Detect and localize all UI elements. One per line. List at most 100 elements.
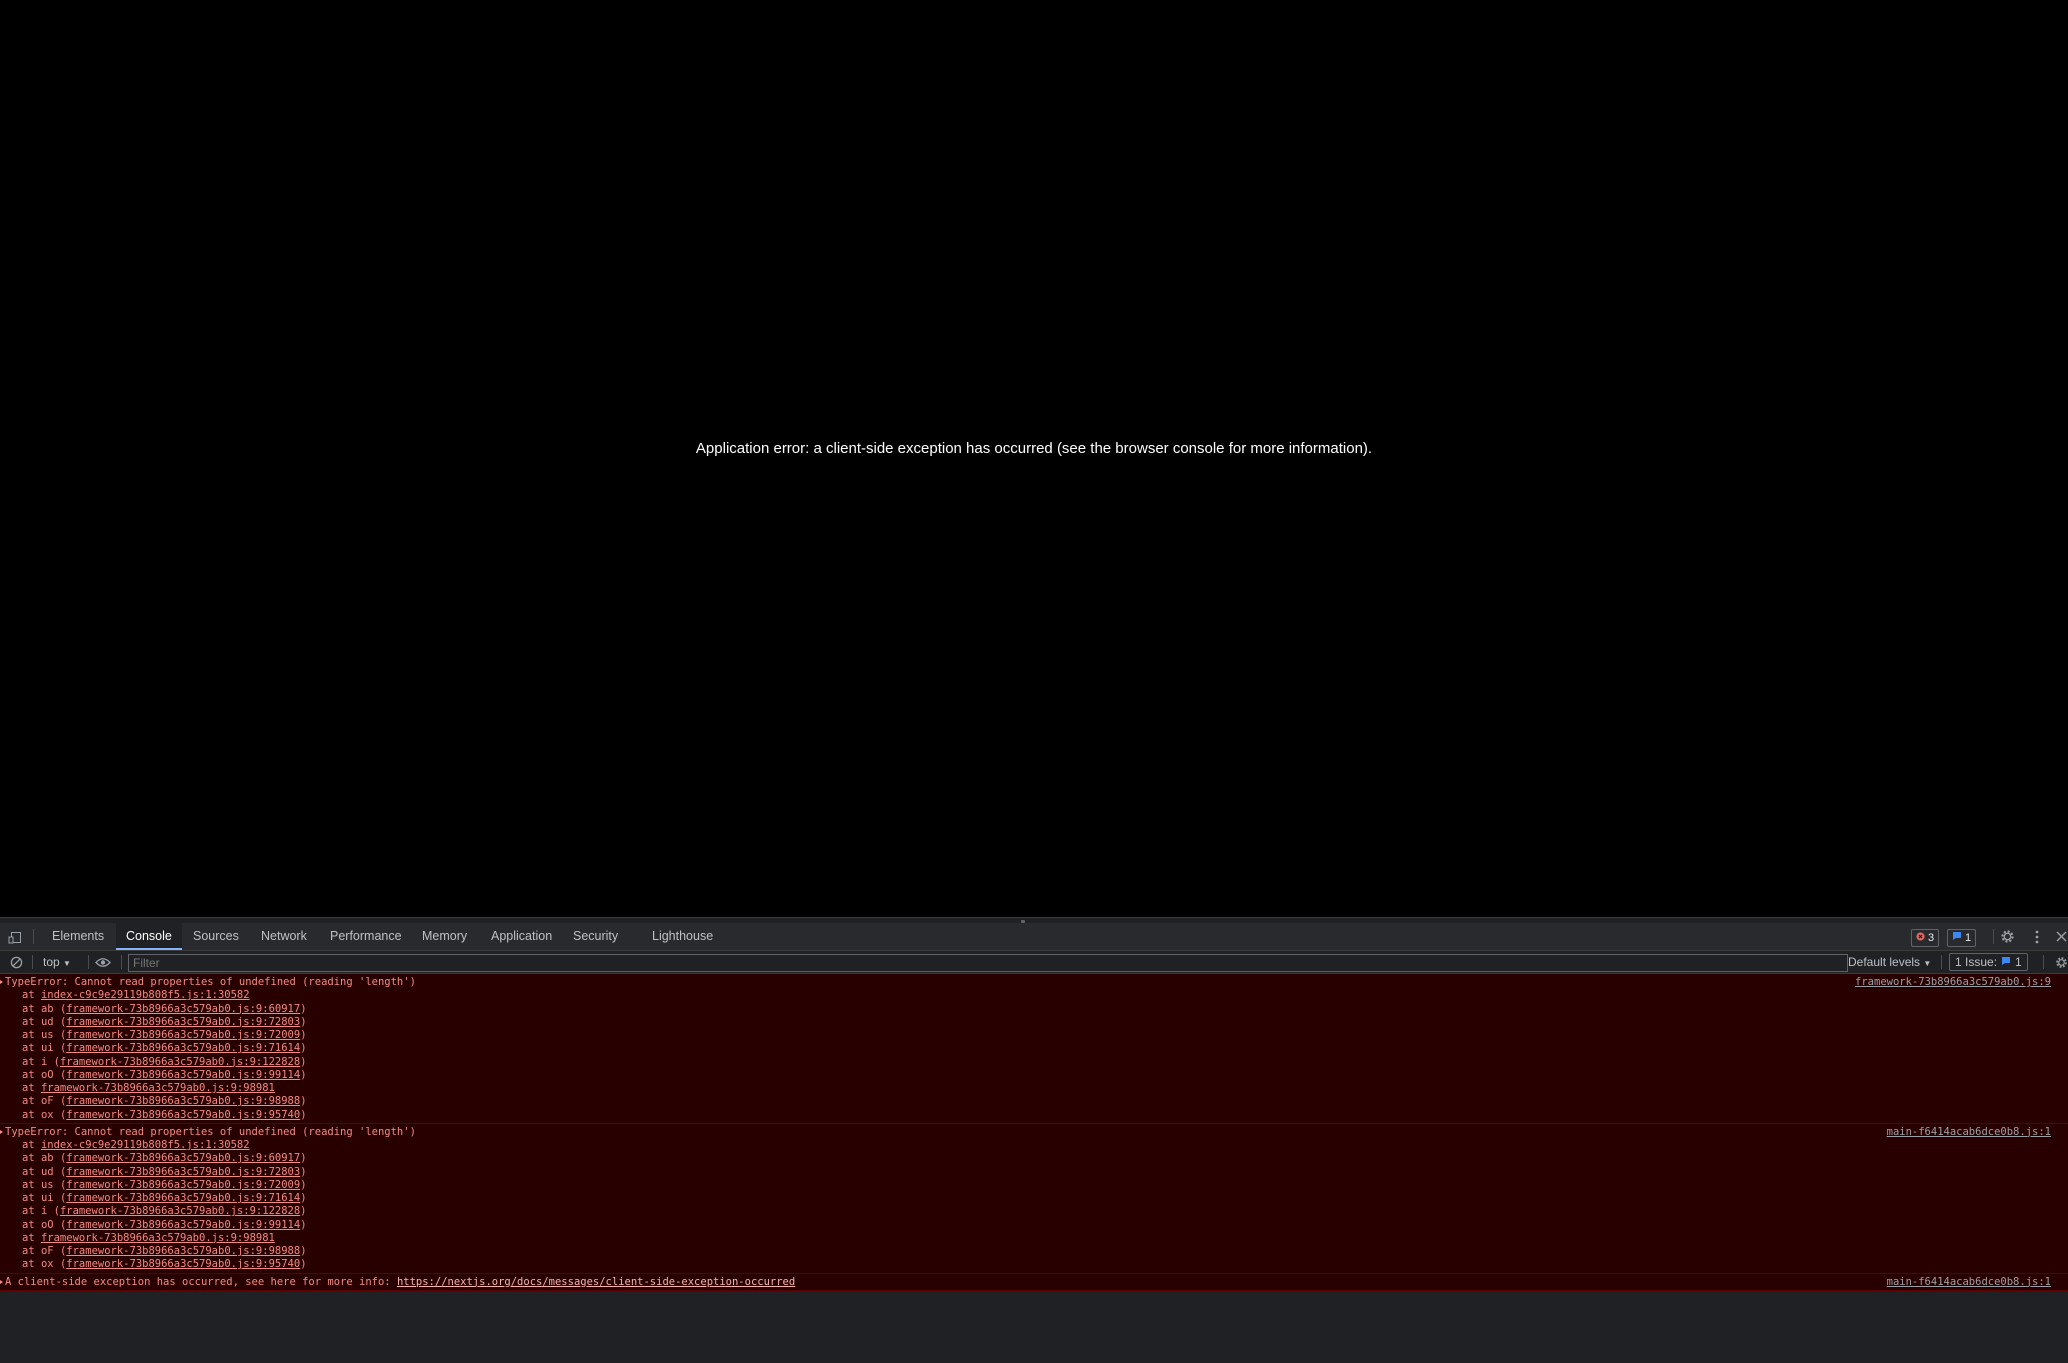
stack-frame: at i (framework-73b8966a3c579ab0.js:9:12… (22, 1205, 307, 1218)
stack-frame-link[interactable]: framework-73b8966a3c579ab0.js:9:95740 (66, 1258, 300, 1270)
message-count: 1 (1965, 932, 1972, 944)
stack-frame-link[interactable]: framework-73b8966a3c579ab0.js:9:98988 (66, 1095, 300, 1107)
stack-frame: at framework-73b8966a3c579ab0.js:9:98981 (0, 1082, 2068, 1095)
source-location-link[interactable]: main-f6414acab6dce0b8.js:1 (1887, 1126, 2051, 1139)
expand-arrow-icon[interactable] (0, 980, 3, 984)
chevron-down-icon: ▼ (1923, 959, 1932, 968)
live-expression-eye-icon[interactable] (93, 951, 113, 973)
stack-frame: at ui (framework-73b8966a3c579ab0.js:9:7… (22, 1192, 307, 1204)
toolbar-divider (121, 955, 122, 969)
stack-frame-prefix: at (22, 1055, 41, 1068)
stack-frame-function: ud (40, 1015, 54, 1028)
messages-badge[interactable]: 1 (1947, 929, 1977, 947)
stack-frame-prefix: at (22, 1139, 41, 1151)
log-levels-dropdown[interactable]: Default levels ▼ (1848, 954, 1931, 972)
stack-frame: at ox (framework-73b8966a3c579ab0.js:9:9… (22, 1258, 307, 1271)
stack-frame: at index-c9c9e29119b808f5.js:1:30582 (0, 989, 2068, 1002)
context-selector[interactable]: top ▼ (43, 954, 71, 972)
message-icon (2001, 954, 2011, 970)
stack-frame: at ab (framework-73b8966a3c579ab0.js:9:6… (22, 1152, 307, 1165)
toolbar-divider (2043, 955, 2044, 969)
error-message-line: A client-side exception has occurred, se… (0, 1276, 2068, 1289)
stack-frame-function: i (40, 1205, 48, 1218)
console-error-entry: TypeError: Cannot read properties of und… (0, 974, 2068, 1124)
stack-frame-function: ud (40, 1165, 54, 1178)
stack-frame-link[interactable]: framework-73b8966a3c579ab0.js:9:122828 (60, 1056, 300, 1068)
settings-gear-icon[interactable] (1998, 923, 2016, 950)
stack-frame-link[interactable]: framework-73b8966a3c579ab0.js:9:95740 (66, 1109, 300, 1121)
stack-frame-link[interactable]: framework-73b8966a3c579ab0.js:9:60917 (66, 1003, 300, 1015)
close-devtools-icon[interactable] (2055, 923, 2068, 950)
stack-frame-link[interactable]: framework-73b8966a3c579ab0.js:9:72803 (66, 1166, 300, 1178)
tab-sources[interactable]: Sources (183, 923, 249, 950)
stack-frame-link[interactable]: framework-73b8966a3c579ab0.js:9:60917 (66, 1152, 300, 1164)
tab-performance[interactable]: Performance (320, 923, 412, 950)
stack-frame: at ui (framework-73b8966a3c579ab0.js:9:7… (22, 1042, 307, 1055)
tab-console[interactable]: Console (116, 923, 182, 950)
stack-frame-link[interactable]: framework-73b8966a3c579ab0.js:9:98981 (41, 1232, 275, 1244)
tab-security[interactable]: Security (563, 923, 628, 950)
tab-memory[interactable]: Memory (412, 923, 477, 950)
stack-frame-function: oF (40, 1245, 54, 1257)
error-count: 3 (1928, 932, 1935, 944)
stack-frame-link[interactable]: framework-73b8966a3c579ab0.js:9:71614 (66, 1192, 300, 1204)
console-error-entry: TypeError: Cannot read properties of und… (0, 1123, 2068, 1274)
expand-arrow-icon[interactable] (0, 1279, 3, 1284)
errors-badge[interactable]: 3 (1911, 929, 1940, 947)
stack-frame: at i (framework-73b8966a3c579ab0.js:9:12… (22, 1055, 307, 1068)
stack-frame-link[interactable]: framework-73b8966a3c579ab0.js:9:99114 (66, 1219, 300, 1231)
error-message-line: TypeError: Cannot read properties of und… (0, 1126, 2068, 1139)
stack-frame-prefix: at (22, 1068, 41, 1081)
expand-arrow-icon[interactable] (0, 1129, 3, 1134)
tabbar-divider (1993, 929, 1994, 944)
stack-frame-function: i (40, 1055, 48, 1068)
stack-frame-link[interactable]: index-c9c9e29119b808f5.js:1:30582 (41, 989, 250, 1001)
console-messages: TypeError: Cannot read properties of und… (0, 974, 2068, 1291)
stack-frame-link[interactable]: framework-73b8966a3c579ab0.js:9:71614 (66, 1042, 300, 1054)
application-error-message: Application error: a client-side excepti… (695, 440, 1373, 457)
stack-frame: at framework-73b8966a3c579ab0.js:9:98981 (0, 1232, 2068, 1245)
error-message-text: TypeError: Cannot read properties of und… (5, 976, 416, 988)
tab-network[interactable]: Network (251, 923, 317, 950)
stack-frame-function: ox (40, 1258, 54, 1271)
docs-link[interactable]: https://nextjs.org/docs/messages/client-… (397, 1276, 795, 1288)
stack-frame-link[interactable]: framework-73b8966a3c579ab0.js:9:72803 (66, 1016, 300, 1028)
log-levels-label: Default levels (1848, 955, 1921, 969)
stack-frame-link[interactable]: index-c9c9e29119b808f5.js:1:30582 (41, 1139, 250, 1151)
tab-application[interactable]: Application (481, 923, 562, 950)
stack-frame-link[interactable]: framework-73b8966a3c579ab0.js:9:99114 (66, 1069, 300, 1081)
stack-frame-prefix: at (22, 1108, 41, 1121)
more-options-icon[interactable] (2028, 923, 2046, 950)
clear-console-icon[interactable] (7, 951, 25, 973)
stack-frame-link[interactable]: framework-73b8966a3c579ab0.js:9:98988 (66, 1245, 300, 1257)
stack-frame-link[interactable]: framework-73b8966a3c579ab0.js:9:98981 (41, 1082, 275, 1094)
stack-frame-prefix: at (22, 1095, 41, 1108)
console-settings-gear-icon[interactable] (2054, 951, 2068, 973)
stack-frame: at us (framework-73b8966a3c579ab0.js:9:7… (22, 1178, 307, 1191)
stack-frame-link[interactable]: framework-73b8966a3c579ab0.js:9:72009 (66, 1179, 300, 1191)
stack-frame-link[interactable]: framework-73b8966a3c579ab0.js:9:72009 (66, 1029, 300, 1041)
console-filter-input[interactable] (128, 954, 1848, 972)
stack-frame-prefix: at (22, 1245, 41, 1257)
context-selector-label: top (43, 955, 60, 969)
page-viewport: Application error: a client-side excepti… (0, 0, 2068, 917)
stack-frame-prefix: at (22, 1192, 41, 1204)
stack-frame-prefix: at (22, 1218, 41, 1231)
tab-elements[interactable]: Elements (42, 923, 114, 950)
stack-frame-prefix: at (22, 1152, 41, 1165)
tab-lighthouse[interactable]: Lighthouse (642, 923, 723, 950)
stack-frame: at oF (framework-73b8966a3c579ab0.js:9:9… (22, 1245, 307, 1257)
stack-frame-function: us (40, 1178, 54, 1191)
source-location-link[interactable]: framework-73b8966a3c579ab0.js:9 (1855, 976, 2051, 989)
device-toolbar-icon[interactable] (4, 923, 26, 950)
issues-counter[interactable]: 1 Issue: 1 (1949, 953, 2028, 971)
toolbar-divider (1941, 955, 1942, 969)
stack-frame-prefix: at (22, 1258, 41, 1271)
stack-frame-link[interactable]: framework-73b8966a3c579ab0.js:9:122828 (60, 1205, 300, 1217)
error-message-line: TypeError: Cannot read properties of und… (0, 976, 2068, 989)
stack-frame-prefix: at (22, 1029, 41, 1041)
source-location-link[interactable]: main-f6414acab6dce0b8.js:1 (1887, 1276, 2051, 1289)
stack-frame-prefix: at (22, 1231, 41, 1244)
devtools-panel: Elements Console Sources Network Performance… (0, 917, 2068, 1363)
stack-frame-prefix: at (22, 1082, 41, 1094)
